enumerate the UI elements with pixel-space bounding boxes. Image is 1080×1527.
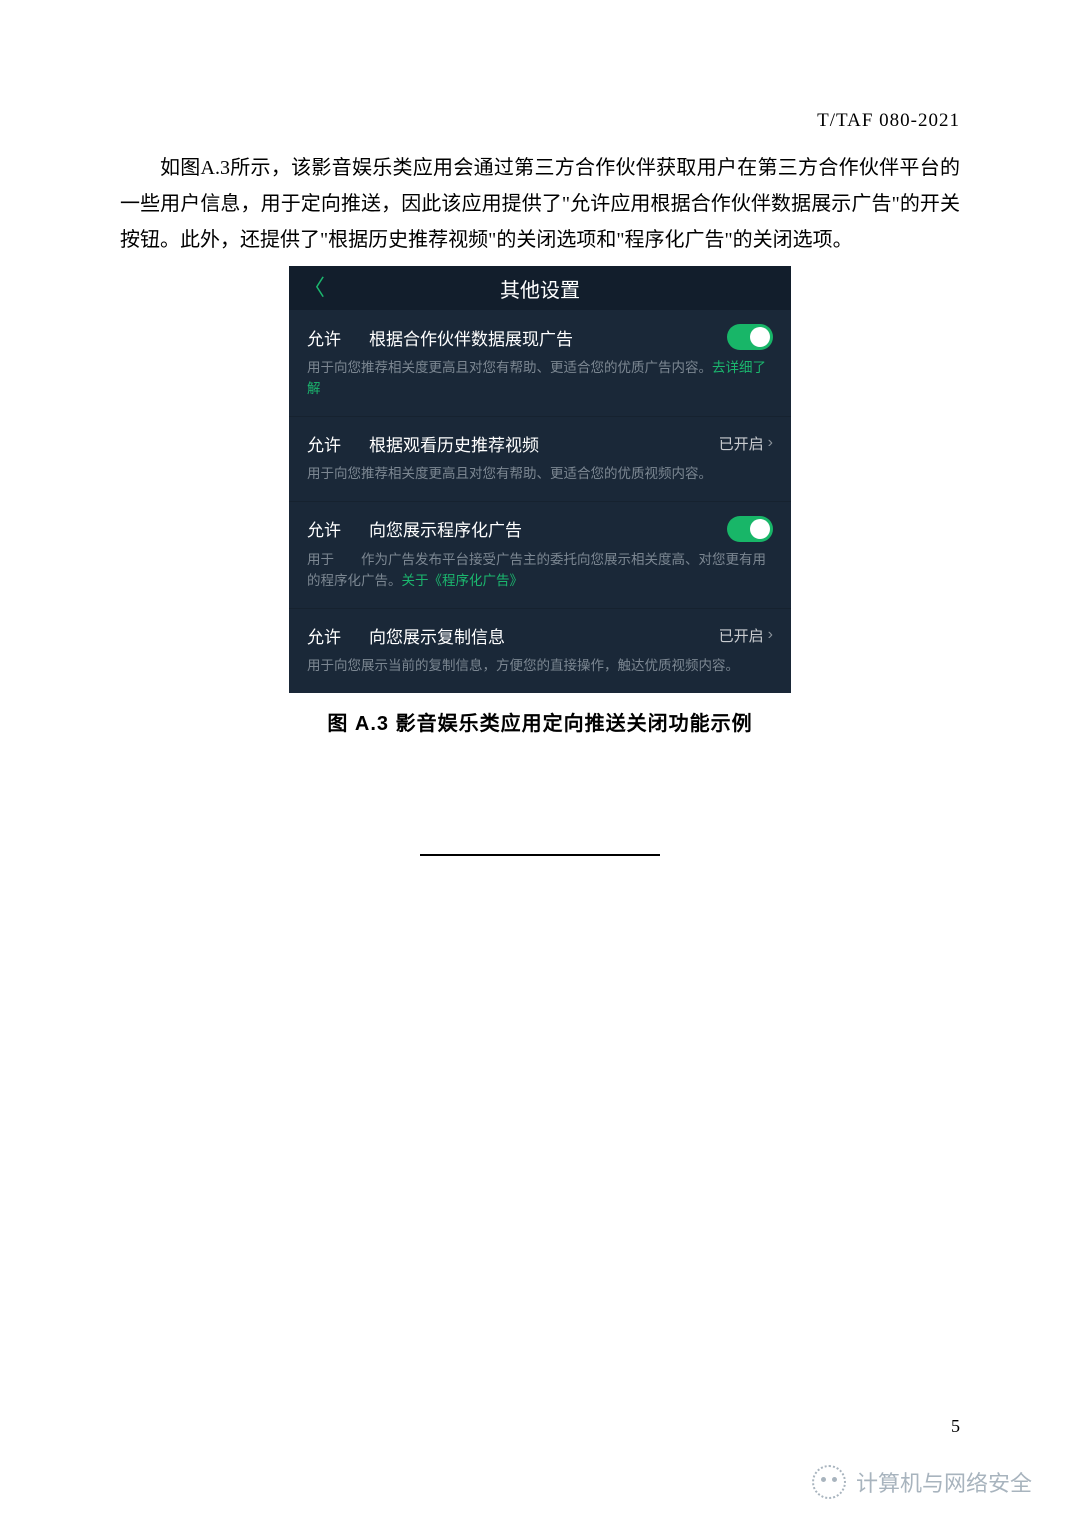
desc-link[interactable]: 关于《程序化广告》	[402, 573, 524, 588]
desc-text: 用于向您推荐相关度更高且对您有帮助、更适合您的优质广告内容。	[307, 360, 712, 375]
watermark-text: 计算机与网络安全	[856, 1466, 1032, 1498]
status-text: 已开启	[719, 625, 764, 646]
setting-item: 允许 向您展示程序化广告 用于 作为广告发布平台接受广告主的委托向您展示相关度高…	[289, 502, 791, 609]
desc-text: 用于 作为广告发布平台接受广告主的委托向您展示相关度高、对您更有用的程序化广告。	[307, 552, 766, 588]
setting-description: 用于 作为广告发布平台接受广告主的委托向您展示相关度高、对您更有用的程序化广告。…	[307, 550, 773, 592]
screenshot-figure: 〈 其他设置 允许 根据合作伙伴数据展现广告 用于向您推荐相关度更高且对您有帮助…	[289, 266, 791, 693]
desc-text: 用于向您推荐相关度更高且对您有帮助、更适合您的优质视频内容。	[307, 466, 712, 481]
setting-description: 用于向您推荐相关度更高且对您有帮助、更适合您的优质视频内容。	[307, 464, 773, 485]
phone-screenshot: 〈 其他设置 允许 根据合作伙伴数据展现广告 用于向您推荐相关度更高且对您有帮助…	[289, 266, 791, 693]
toggle-switch[interactable]	[727, 516, 773, 542]
allow-label: 允许	[307, 516, 341, 541]
allow-label: 允许	[307, 431, 341, 456]
setting-row: 允许 根据观看历史推荐视频 已开启 ›	[307, 431, 773, 456]
status-button[interactable]: 已开启 ›	[719, 433, 773, 454]
chevron-right-icon: ›	[768, 434, 773, 452]
desc-text: 用于向您展示当前的复制信息，方便您的直接操作，触达优质视频内容。	[307, 658, 739, 673]
setting-row: 允许 向您展示复制信息 已开启 ›	[307, 623, 773, 648]
setting-item: 允许 根据观看历史推荐视频 已开启 › 用于向您推荐相关度更高且对您有帮助、更适…	[289, 417, 791, 502]
back-icon[interactable]: 〈	[303, 277, 325, 299]
status-text: 已开启	[719, 433, 764, 454]
setting-item: 允许 向您展示复制信息 已开启 › 用于向您展示当前的复制信息，方便您的直接操作…	[289, 609, 791, 693]
allow-label: 允许	[307, 623, 341, 648]
setting-title: 根据观看历史推荐视频	[369, 431, 691, 456]
document-page: T/TAF 080-2021 如图A.3所示，该影音娱乐类应用会通过第三方合作伙…	[0, 0, 1080, 856]
allow-label: 允许	[307, 325, 341, 350]
setting-title: 向您展示程序化广告	[369, 516, 699, 541]
page-number: 5	[951, 1416, 960, 1437]
screen-title: 其他设置	[289, 274, 791, 303]
setting-row: 允许 根据合作伙伴数据展现广告	[307, 324, 773, 350]
document-code: T/TAF 080-2021	[120, 110, 960, 132]
setting-row: 允许 向您展示程序化广告	[307, 516, 773, 542]
body-paragraph: 如图A.3所示，该影音娱乐类应用会通过第三方合作伙伴获取用户在第三方合作伙伴平台…	[120, 150, 960, 258]
setting-title: 根据合作伙伴数据展现广告	[369, 325, 699, 350]
phone-header: 〈 其他设置	[289, 266, 791, 310]
wechat-icon	[812, 1465, 846, 1499]
setting-description: 用于向您展示当前的复制信息，方便您的直接操作，触达优质视频内容。	[307, 656, 773, 677]
watermark: 计算机与网络安全	[812, 1465, 1032, 1499]
setting-description: 用于向您推荐相关度更高且对您有帮助、更适合您的优质广告内容。去详细了解	[307, 358, 773, 400]
figure-caption: 图 A.3 影音娱乐类应用定向推送关闭功能示例	[120, 707, 960, 736]
chevron-right-icon: ›	[768, 626, 773, 644]
toggle-switch[interactable]	[727, 324, 773, 350]
setting-item: 允许 根据合作伙伴数据展现广告 用于向您推荐相关度更高且对您有帮助、更适合您的优…	[289, 310, 791, 417]
end-divider	[420, 854, 660, 856]
status-button[interactable]: 已开启 ›	[719, 625, 773, 646]
setting-title: 向您展示复制信息	[369, 623, 691, 648]
